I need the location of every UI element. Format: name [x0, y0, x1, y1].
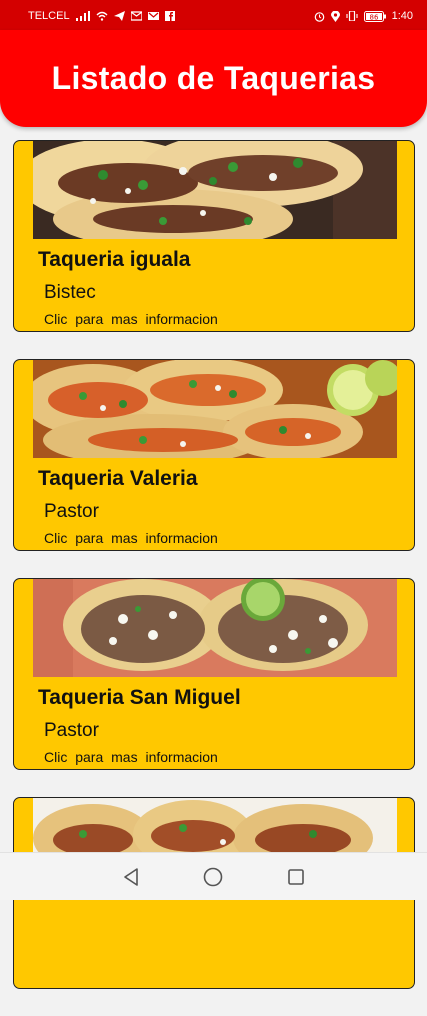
status-bar: TELCEL 86 1:40	[0, 0, 427, 32]
mail-icon	[147, 11, 159, 21]
location-icon	[330, 10, 340, 22]
taqueria-type: Bistec	[44, 282, 96, 303]
taqueria-name: Taqueria San Miguel	[38, 686, 241, 709]
taqueria-photo	[33, 579, 397, 677]
home-icon[interactable]	[201, 865, 225, 889]
taqueria-card[interactable]: Taqueria iguala Bistec Clic para mas inf…	[13, 140, 415, 332]
signal-icon	[75, 11, 90, 21]
clock: 1:40	[391, 10, 413, 22]
recents-icon[interactable]	[284, 865, 308, 889]
app-bar: Listado de Taquerias	[0, 30, 427, 127]
carrier-label: TELCEL	[28, 10, 70, 22]
taqueria-card[interactable]: Taqueria Valeria Pastor Clic para mas in…	[13, 359, 415, 551]
facebook-icon	[164, 11, 175, 21]
taqueria-type: Pastor	[44, 720, 99, 741]
taqueria-name: Taqueria Valeria	[38, 467, 198, 490]
system-nav-bar	[0, 852, 427, 900]
back-icon[interactable]	[119, 865, 143, 889]
taqueria-photo	[33, 141, 397, 239]
battery-icon: 86	[363, 10, 386, 22]
alarm-icon	[314, 11, 325, 22]
telegram-icon	[113, 11, 125, 21]
wifi-icon	[96, 11, 108, 21]
more-info-link[interactable]: Clic para mas informacion	[44, 749, 218, 765]
battery-level: 86	[369, 13, 378, 21]
more-info-link[interactable]: Clic para mas informacion	[44, 311, 218, 327]
taqueria-type: Pastor	[44, 501, 99, 522]
taqueria-name: Taqueria iguala	[38, 248, 191, 271]
page-title: Listado de Taquerias	[51, 60, 376, 96]
more-info-link[interactable]: Clic para mas informacion	[44, 530, 218, 546]
taqueria-card[interactable]: Taqueria San Miguel Pastor Clic para mas…	[13, 578, 415, 770]
message-icon	[130, 11, 142, 21]
vibrate-icon	[346, 11, 358, 21]
taqueria-photo	[33, 360, 397, 458]
